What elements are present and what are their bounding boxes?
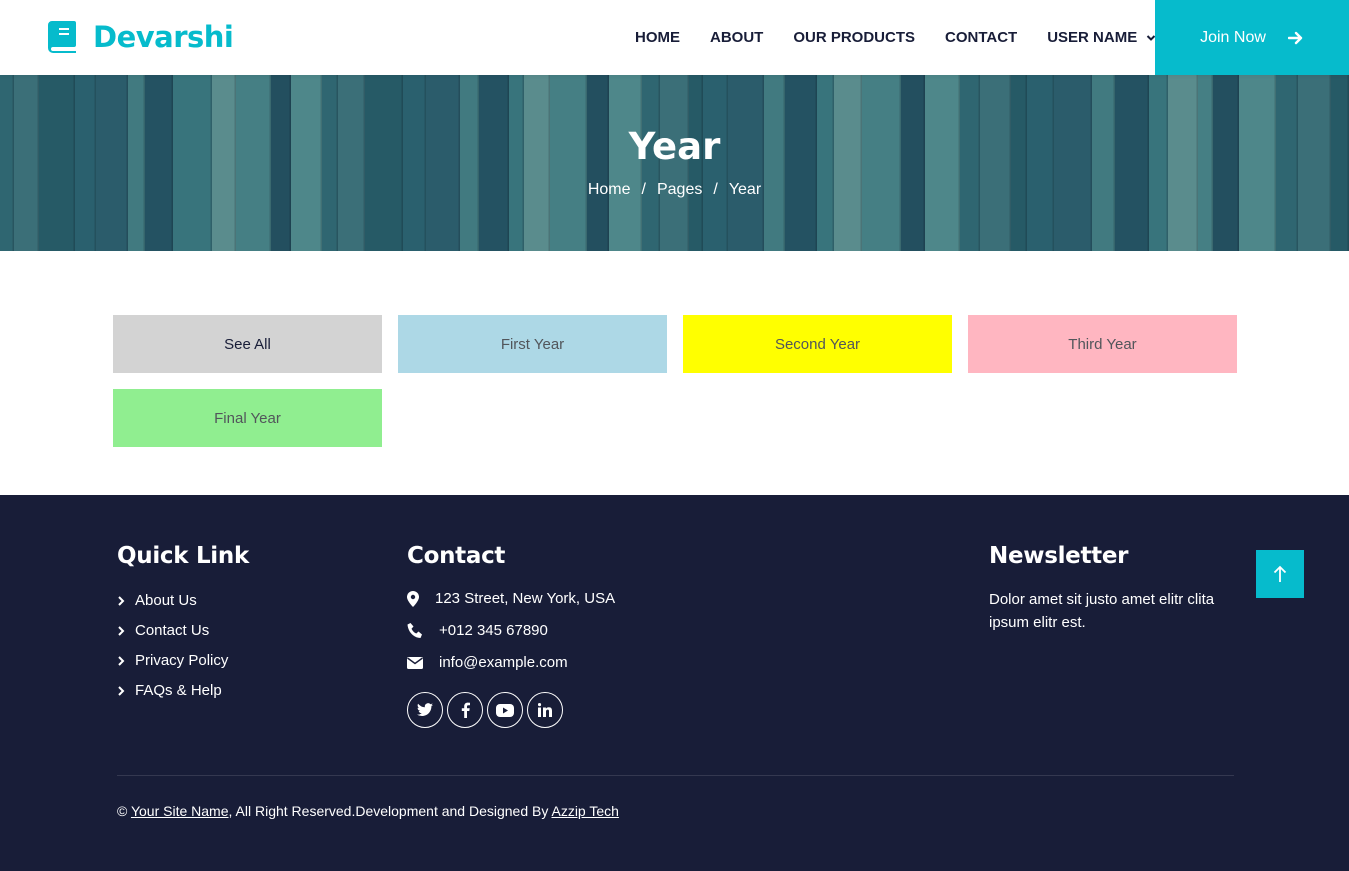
breadcrumb: Home / Pages / Year <box>0 181 1349 199</box>
facebook-link[interactable] <box>447 692 483 728</box>
breadcrumb-separator: / <box>713 181 718 198</box>
user-name-label: USER NAME <box>1047 29 1138 46</box>
breadcrumb-separator: / <box>641 181 646 198</box>
facebook-icon <box>461 702 470 718</box>
site-name-link[interactable]: Your Site Name <box>131 803 229 819</box>
nav-about[interactable]: ABOUT <box>710 29 763 46</box>
filter-final-year-button[interactable]: Final Year <box>113 389 382 447</box>
book-icon <box>48 21 76 53</box>
filter-third-year-button[interactable]: Third Year <box>968 315 1237 373</box>
quick-link-label: Contact Us <box>135 622 210 639</box>
join-now-button[interactable]: Join Now <box>1155 0 1349 75</box>
social-links <box>407 692 567 728</box>
filter-first-year-button[interactable]: First Year <box>398 315 667 373</box>
breadcrumb-home[interactable]: Home <box>588 181 631 198</box>
main-nav: HOME ABOUT OUR PRODUCTS CONTACT USER NAM… <box>620 0 1171 75</box>
brand-name: Devarshi <box>93 20 234 54</box>
copyright: © Your Site Name, All Right Reserved.Dev… <box>117 803 619 819</box>
contact-phone: +012 345 67890 <box>407 622 548 639</box>
quick-link-about[interactable]: About Us <box>117 592 197 609</box>
copyright-text: , All Right Reserved.Development and Des… <box>228 803 549 819</box>
navbar: Devarshi HOME ABOUT OUR PRODUCTS CONTACT… <box>0 0 1349 75</box>
twitter-icon <box>417 703 433 717</box>
map-marker-icon <box>407 590 419 607</box>
contact-phone-text: +012 345 67890 <box>439 622 548 639</box>
quick-link-contact[interactable]: Contact Us <box>117 622 209 639</box>
copyright-symbol: © <box>117 803 128 819</box>
linkedin-link[interactable] <box>527 692 563 728</box>
youtube-link[interactable] <box>487 692 523 728</box>
contact-email: info@example.com <box>407 654 568 671</box>
back-to-top-button[interactable] <box>1256 550 1304 598</box>
newsletter-text: Dolor amet sit justo amet elitr clita ip… <box>989 591 1215 631</box>
linkedin-icon <box>538 703 552 717</box>
twitter-link[interactable] <box>407 692 443 728</box>
nav-home[interactable]: HOME <box>635 29 680 46</box>
page-header: Year Home / Pages / Year <box>0 75 1349 251</box>
envelope-icon <box>407 656 423 669</box>
quick-link-label: About Us <box>135 592 197 609</box>
quick-link-label: FAQs & Help <box>135 682 222 699</box>
contact-address-text: 123 Street, New York, USA <box>435 590 616 607</box>
filter-second-year-button[interactable]: Second Year <box>683 315 952 373</box>
filter-see-all-button[interactable]: See All <box>113 315 382 373</box>
footer: Quick Link About Us Contact Us Privacy P… <box>0 495 1349 871</box>
nav-contact[interactable]: CONTACT <box>945 29 1017 46</box>
quick-link-label: Privacy Policy <box>135 652 229 669</box>
join-now-label: Join Now <box>1200 28 1266 46</box>
nav-user-name[interactable]: USER NAME <box>1047 29 1156 46</box>
breadcrumb-pages[interactable]: Pages <box>657 181 702 198</box>
chevron-right-icon <box>118 595 125 606</box>
youtube-icon <box>496 703 514 717</box>
contact-email-text: info@example.com <box>439 654 568 671</box>
contact-address: 123 Street, New York, USA <box>407 590 615 607</box>
brand-logo[interactable]: Devarshi <box>48 19 234 55</box>
quick-link-heading: Quick Link <box>117 543 249 569</box>
footer-divider <box>117 775 1234 776</box>
contact-heading: Contact <box>407 543 506 569</box>
chevron-right-icon <box>118 655 125 666</box>
phone-icon <box>407 622 422 638</box>
quick-link-privacy[interactable]: Privacy Policy <box>117 652 228 669</box>
newsletter-heading: Newsletter <box>989 543 1129 569</box>
nav-our-products[interactable]: OUR PRODUCTS <box>793 29 915 46</box>
chevron-right-icon <box>118 685 125 696</box>
arrow-right-icon <box>1287 31 1303 44</box>
chevron-right-icon <box>118 625 125 636</box>
page-title: Year <box>628 125 721 168</box>
quick-link-faqs[interactable]: FAQs & Help <box>117 682 222 699</box>
breadcrumb-current: Year <box>728 181 762 198</box>
designer-link[interactable]: Azzip Tech <box>551 803 618 819</box>
arrow-up-icon <box>1273 565 1287 582</box>
